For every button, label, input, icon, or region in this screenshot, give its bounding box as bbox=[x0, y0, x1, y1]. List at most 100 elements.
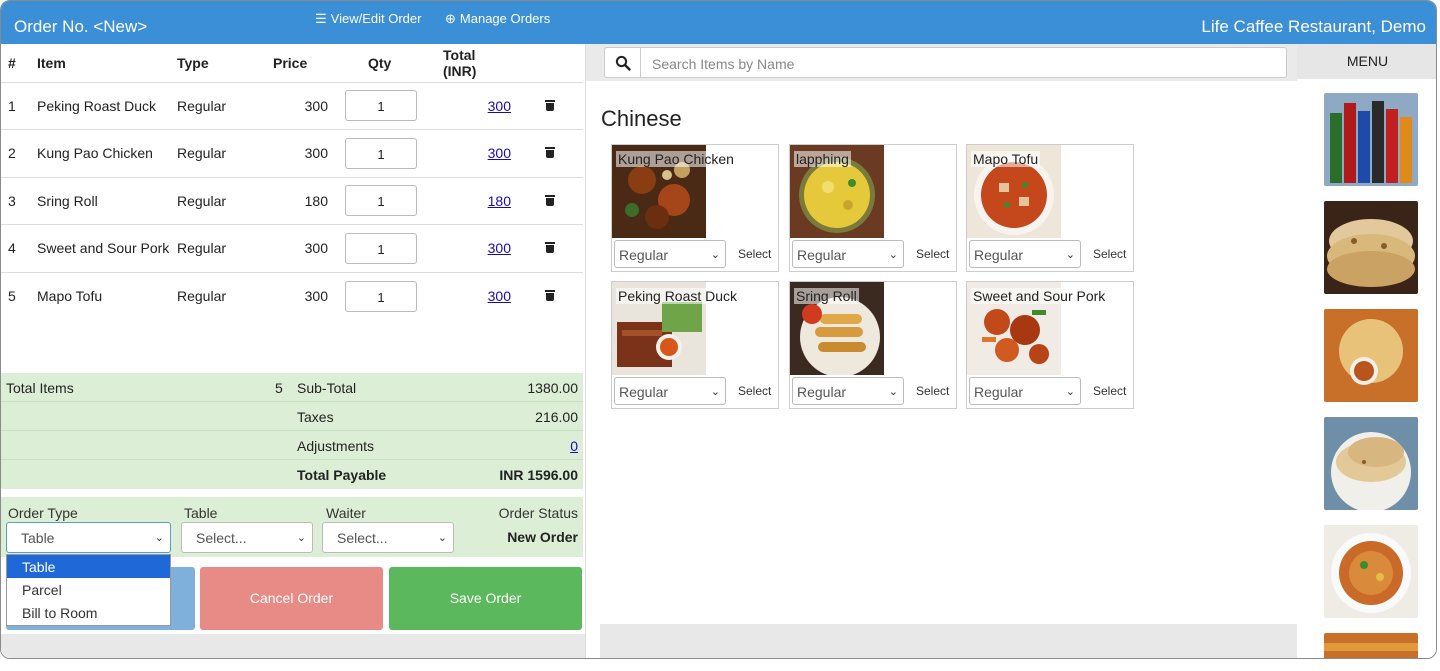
row-num: 3 bbox=[1, 177, 31, 225]
dropdown-option-bill-to-room[interactable]: Bill to Room bbox=[7, 601, 170, 624]
table-select-value: Select... bbox=[196, 530, 247, 546]
items-panel: Search Items by Name Chinese Kung Pao Ch… bbox=[585, 44, 1300, 658]
list-icon: ☰ bbox=[315, 11, 327, 26]
select-button[interactable]: Select bbox=[916, 247, 949, 261]
select-button[interactable]: Select bbox=[1093, 247, 1126, 261]
summary-row-adjustments: Adjustments 0 bbox=[1, 431, 583, 460]
item-card[interactable]: Sring Roll Regular ⌄ Select bbox=[789, 281, 957, 409]
variant-select[interactable]: Regular ⌄ bbox=[792, 377, 904, 405]
chevron-down-icon: ⌄ bbox=[710, 249, 720, 261]
row-price: 300 bbox=[273, 129, 343, 178]
summary-row-total: Total Payable INR 1596.00 bbox=[1, 460, 583, 489]
dropdown-option-parcel[interactable]: Parcel bbox=[7, 578, 170, 601]
col-num: # bbox=[1, 44, 31, 83]
menu-category-noodles[interactable] bbox=[1324, 525, 1418, 618]
chevron-down-icon: ⌄ bbox=[296, 532, 306, 544]
variant-select[interactable]: Regular ⌄ bbox=[614, 240, 726, 268]
qty-input[interactable]: 1 bbox=[345, 232, 417, 264]
search-input[interactable]: Search Items by Name bbox=[640, 47, 1287, 78]
order-summary: Total Items 5 Sub-Total 1380.00 Taxes 21… bbox=[1, 373, 583, 489]
chevron-down-icon: ⌄ bbox=[154, 532, 164, 544]
item-card[interactable]: Kung Pao Chicken Regular ⌄ Select bbox=[611, 144, 779, 272]
table-row: 1 Peking Roast Duck Regular 300 1 300 bbox=[1, 82, 583, 130]
waiter-select-value: Select... bbox=[337, 530, 388, 546]
trash-icon[interactable] bbox=[545, 194, 555, 206]
total-items-value: 5 bbox=[275, 380, 283, 396]
col-qty: Qty bbox=[343, 44, 433, 83]
select-button[interactable]: Select bbox=[1093, 384, 1126, 398]
view-edit-order-link[interactable]: ☰ View/Edit Order bbox=[315, 11, 421, 27]
order-panel: # Item Type Price Qty Total (INR) 1 Peki… bbox=[1, 44, 585, 658]
table-row: 4 Sweet and Sour Pork Regular 300 1 300 bbox=[1, 224, 583, 273]
chevron-down-icon: ⌄ bbox=[888, 386, 898, 398]
trash-icon[interactable] bbox=[545, 289, 555, 301]
qty-input[interactable]: 1 bbox=[345, 280, 417, 312]
qty-input[interactable]: 1 bbox=[345, 90, 417, 122]
row-type: Regular bbox=[177, 82, 273, 130]
table-row: 3 Sring Roll Regular 180 1 180 bbox=[1, 177, 583, 225]
search-button[interactable] bbox=[604, 47, 641, 78]
row-price: 300 bbox=[273, 82, 343, 130]
row-total-link[interactable]: 300 bbox=[488, 288, 511, 304]
center-footer bbox=[600, 624, 1300, 658]
select-button[interactable]: Select bbox=[916, 384, 949, 398]
item-card[interactable]: Sweet and Sour Pork Regular ⌄ Select bbox=[966, 281, 1134, 409]
menu-category-drinks[interactable] bbox=[1324, 93, 1418, 186]
row-num: 4 bbox=[1, 224, 31, 273]
top-bar: Order No. <New> ☰ View/Edit Order ⊕ Manage… bbox=[1, 1, 1436, 44]
item-card[interactable]: Mapo Tofu Regular ⌄ Select bbox=[966, 144, 1134, 272]
item-name: Kung Pao Chicken bbox=[616, 151, 736, 167]
adjustments-link[interactable]: 0 bbox=[570, 438, 578, 454]
variant-value: Regular bbox=[974, 384, 1024, 400]
qty-input[interactable]: 1 bbox=[345, 185, 417, 217]
table-label: Table bbox=[184, 505, 218, 521]
qty-input[interactable]: 1 bbox=[345, 137, 417, 169]
row-total-link[interactable]: 300 bbox=[488, 240, 511, 256]
table-row: 5 Mapo Tofu Regular 300 1 300 bbox=[1, 272, 583, 320]
adjustments-label: Adjustments bbox=[297, 438, 375, 454]
row-total-link[interactable]: 300 bbox=[488, 98, 511, 114]
col-total: Total (INR) bbox=[433, 44, 517, 83]
row-item: Mapo Tofu bbox=[37, 288, 103, 304]
menu-category-snacks[interactable] bbox=[1324, 309, 1418, 402]
cancel-order-button[interactable]: Cancel Order bbox=[200, 567, 383, 630]
variant-select[interactable]: Regular ⌄ bbox=[614, 377, 726, 405]
row-price: 300 bbox=[304, 288, 328, 304]
row-type: Regular bbox=[177, 129, 273, 178]
row-total-link[interactable]: 300 bbox=[488, 145, 511, 161]
trash-icon[interactable] bbox=[545, 99, 555, 111]
dropdown-option-table[interactable]: Table bbox=[7, 555, 170, 578]
order-status-value: New Order bbox=[507, 529, 578, 545]
menu-category-breads[interactable] bbox=[1324, 201, 1418, 294]
variant-select[interactable]: Regular ⌄ bbox=[969, 377, 1081, 405]
row-item: Peking Roast Duck bbox=[31, 82, 177, 130]
select-button[interactable]: Select bbox=[738, 247, 771, 261]
trash-icon[interactable] bbox=[545, 146, 555, 159]
order-items-table: # Item Type Price Qty Total (INR) 1 Peki… bbox=[1, 44, 583, 320]
search-icon bbox=[615, 55, 631, 71]
menu-header[interactable]: MENU bbox=[1297, 44, 1436, 79]
row-total-link[interactable]: 180 bbox=[488, 193, 511, 209]
variant-value: Regular bbox=[797, 247, 847, 263]
manage-orders-link[interactable]: ⊕ Manage Orders bbox=[445, 11, 550, 27]
variant-select[interactable]: Regular ⌄ bbox=[792, 240, 904, 268]
variant-select[interactable]: Regular ⌄ bbox=[969, 240, 1081, 268]
order-title: Order No. <New> bbox=[14, 17, 148, 36]
variant-value: Regular bbox=[974, 247, 1024, 263]
order-type-value: Table bbox=[21, 530, 55, 546]
trash-icon[interactable] bbox=[545, 241, 555, 254]
plus-circle-icon: ⊕ bbox=[445, 11, 456, 26]
item-card[interactable]: lapphing Regular ⌄ Select bbox=[789, 144, 957, 272]
order-type-select[interactable]: Table ⌄ bbox=[6, 522, 171, 553]
save-order-button[interactable]: Save Order bbox=[389, 567, 582, 630]
table-select[interactable]: Select... ⌄ bbox=[181, 522, 313, 553]
chevron-down-icon: ⌄ bbox=[888, 249, 898, 261]
item-card[interactable]: Peking Roast Duck Regular ⌄ Select bbox=[611, 281, 779, 409]
select-button[interactable]: Select bbox=[738, 384, 771, 398]
menu-category-more[interactable] bbox=[1324, 633, 1418, 658]
total-payable-value: INR 1596.00 bbox=[499, 467, 578, 483]
menu-category-rotis[interactable] bbox=[1324, 417, 1418, 510]
waiter-select[interactable]: Select... ⌄ bbox=[322, 522, 454, 553]
variant-value: Regular bbox=[619, 247, 669, 263]
row-num: 1 bbox=[1, 82, 31, 130]
